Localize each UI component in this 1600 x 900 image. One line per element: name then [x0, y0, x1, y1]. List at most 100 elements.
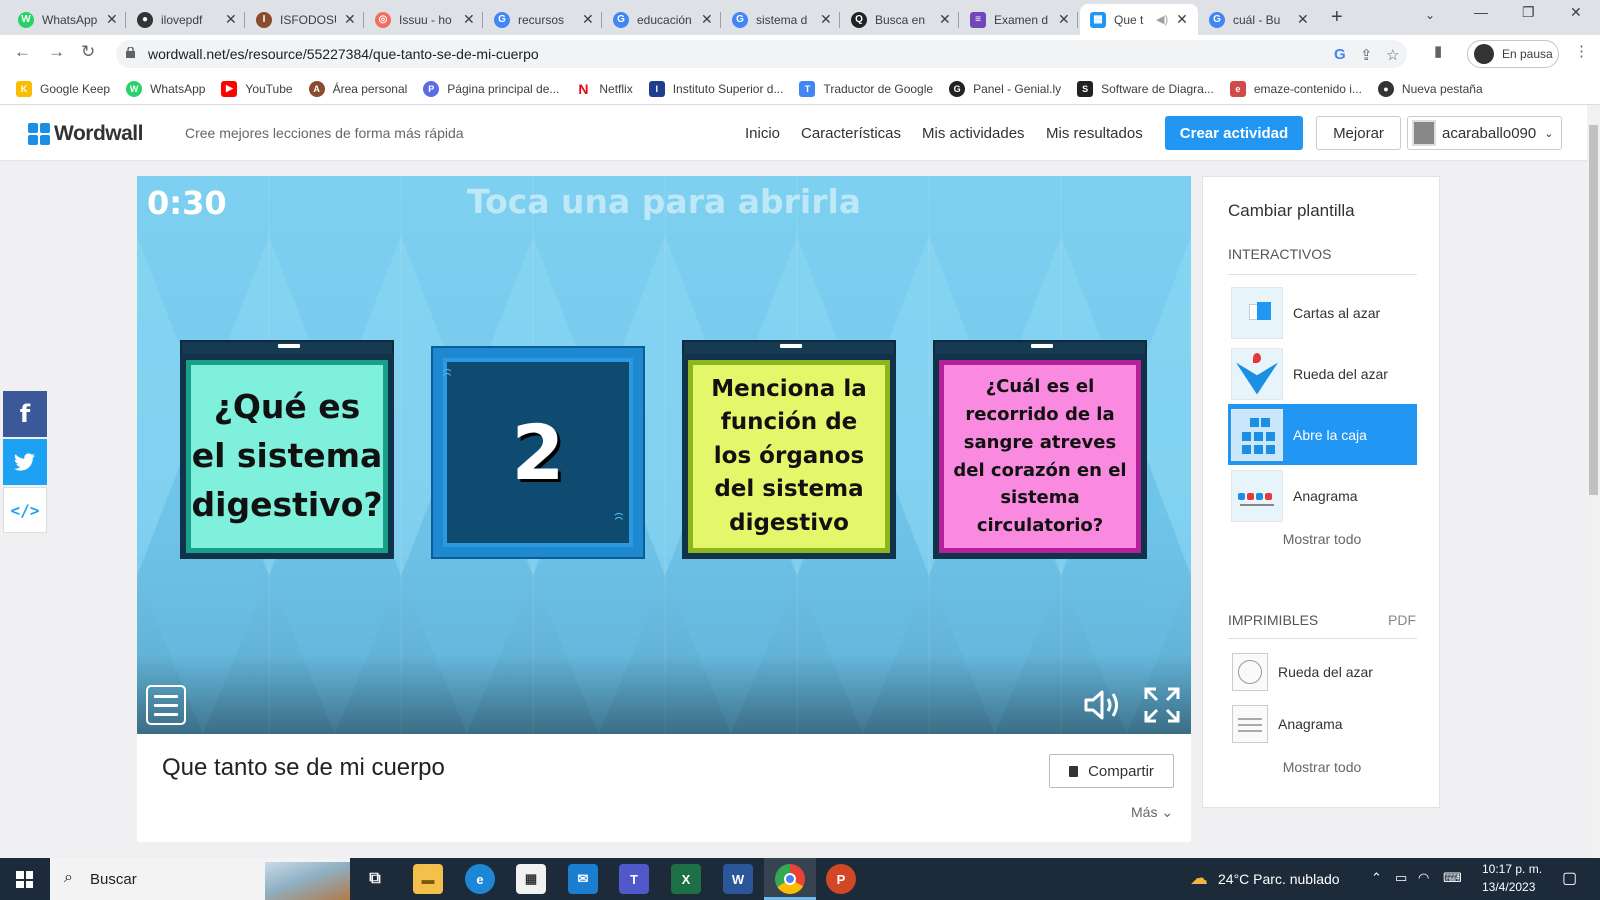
open-box[interactable]: Menciona la función de los órganos del s… [682, 340, 896, 559]
bookmark-item[interactable]: ▶ YouTube [221, 80, 293, 97]
new-tab-icon[interactable]: + [1331, 6, 1343, 29]
bookmark-item[interactable]: K Google Keep [16, 80, 110, 97]
weather-text[interactable]: 24°C Parc. nublado [1218, 871, 1340, 887]
template-abre-la-caja-selected[interactable]: Abre la caja [1228, 404, 1417, 465]
bookmark-item[interactable]: G Panel - Genial.ly [949, 80, 1061, 97]
show-all-printable-link[interactable]: Mostrar todo [1203, 759, 1441, 775]
bookmark-item[interactable]: T Traductor de Google [799, 80, 933, 97]
edge-icon[interactable]: e [465, 864, 495, 894]
window-close-icon[interactable]: ✕ [1570, 4, 1582, 21]
keyboard-icon[interactable]: ⌨ [1443, 870, 1462, 886]
teams-icon[interactable]: T [619, 864, 649, 894]
task-view-icon[interactable]: ⧉ [360, 864, 390, 894]
clock-date[interactable]: 13/4/2023 [1482, 880, 1535, 894]
browser-tab[interactable]: ≡ Examen d ✕ [960, 4, 1078, 35]
bookmark-item[interactable]: ● Nueva pestaña [1377, 80, 1483, 97]
share-page-icon[interactable]: ⇪ [1360, 46, 1373, 64]
browser-tab[interactable]: W WhatsApp ✕ [8, 4, 126, 35]
upgrade-button[interactable]: Mejorar [1316, 116, 1401, 150]
fullscreen-icon[interactable] [1143, 686, 1181, 724]
bookmark-star-icon[interactable]: ☆ [1386, 46, 1399, 64]
nav-caracteristicas[interactable]: Características [801, 125, 901, 142]
close-tab-icon[interactable]: ✕ [463, 11, 475, 28]
nav-mis-actividades[interactable]: Mis actividades [922, 125, 1025, 142]
close-tab-icon[interactable]: ✕ [106, 11, 118, 28]
user-menu-button[interactable]: acaraballo090 ⌄ [1407, 116, 1562, 150]
embed-code-icon[interactable]: </> [3, 487, 47, 533]
bookmark-item[interactable]: W WhatsApp [126, 80, 205, 97]
closed-box[interactable]: 2 ꩰ ꩰ [431, 346, 645, 559]
close-tab-icon[interactable]: ✕ [1297, 11, 1309, 28]
clock-time[interactable]: 10:17 p. m. [1482, 862, 1542, 876]
nav-inicio[interactable]: Inicio [745, 125, 780, 142]
printable-anagrama[interactable]: Anagrama [1232, 705, 1343, 743]
printable-rueda-del-azar[interactable]: Rueda del azar [1232, 653, 1373, 691]
bookmark-item[interactable]: N Netflix [575, 80, 633, 97]
close-tab-icon[interactable]: ✕ [820, 11, 832, 28]
close-tab-icon[interactable]: ✕ [701, 11, 713, 28]
more-toggle[interactable]: Más ⌄ [1131, 804, 1173, 821]
close-tab-icon[interactable]: ✕ [344, 11, 356, 28]
back-icon[interactable]: ← [14, 42, 31, 62]
browser-tab[interactable]: Q Busca en ✕ [841, 4, 959, 35]
bookmark-item[interactable]: e emaze-contenido i... [1229, 80, 1362, 97]
address-bar[interactable]: wordwall.net/es/resource/55227384/que-ta… [116, 40, 1407, 68]
browser-tab[interactable]: ◎ Issuu - ho ✕ [365, 4, 483, 35]
device-icon[interactable]: ▭ [1395, 870, 1407, 886]
browser-tab[interactable]: IISFODOSU✕ [246, 4, 364, 35]
browser-tab[interactable]: Geducación ✕ [603, 4, 721, 35]
excel-icon[interactable]: X [671, 864, 701, 894]
side-panel-icon[interactable]: ▮ [1434, 42, 1442, 60]
nav-mis-resultados[interactable]: Mis resultados [1046, 125, 1143, 142]
template-anagrama[interactable]: Anagrama [1228, 465, 1417, 526]
template-cartas-al-azar[interactable]: Cartas al azar [1228, 282, 1417, 343]
volume-icon[interactable] [1083, 688, 1123, 722]
minimize-icon[interactable]: — [1474, 4, 1488, 20]
page-scrollbar[interactable] [1587, 105, 1600, 858]
open-box[interactable]: ¿Qué es el sistema digestivo? [180, 340, 394, 559]
browser-tab[interactable]: Grecursos ✕ [484, 4, 602, 35]
open-box[interactable]: ¿Cuál es el recorrido de la sangre atrev… [933, 340, 1147, 559]
scrollbar-thumb[interactable] [1589, 125, 1598, 495]
store-icon[interactable]: ▦ [516, 864, 546, 894]
bookmark-item[interactable]: I Instituto Superior d... [648, 80, 783, 97]
bookmark-item[interactable]: S Software de Diagra... [1077, 80, 1214, 97]
close-tab-icon[interactable]: ✕ [939, 11, 951, 28]
create-activity-button[interactable]: Crear actividad [1165, 116, 1303, 150]
forward-icon[interactable]: → [48, 42, 65, 62]
bookmark-item[interactable]: A Área personal [308, 80, 407, 97]
show-all-interactive-link[interactable]: Mostrar todo [1203, 531, 1441, 547]
tab-search-icon[interactable]: ⌄ [1425, 8, 1435, 22]
profile-button[interactable]: En pausa [1467, 40, 1559, 68]
powerpoint-icon[interactable]: P [826, 864, 856, 894]
facebook-icon[interactable]: f [3, 391, 47, 437]
browser-tab-active[interactable]: ▦ Que t ◀) ✕ [1080, 4, 1198, 35]
game-menu-icon[interactable] [146, 685, 186, 725]
browser-tab[interactable]: Gsistema d ✕ [722, 4, 840, 35]
close-tab-icon[interactable]: ✕ [225, 11, 237, 28]
template-rueda-del-azar[interactable]: Rueda del azar [1228, 343, 1417, 404]
close-tab-icon[interactable]: ✕ [582, 11, 594, 28]
chevron-up-icon[interactable]: ⌃ [1371, 870, 1382, 886]
browser-tab[interactable]: Gcuál - Bu ✕ [1199, 4, 1317, 35]
reload-icon[interactable]: ↻ [81, 42, 95, 62]
game-canvas[interactable]: 0:30 Toca una para abrirla ¿Qué es el si… [137, 176, 1191, 734]
mail-icon[interactable]: ✉ [568, 864, 598, 894]
close-tab-icon[interactable]: ✕ [1058, 11, 1070, 28]
close-tab-icon[interactable]: ✕ [1176, 11, 1188, 28]
notifications-icon[interactable]: ▢ [1562, 868, 1577, 888]
more-menu-icon[interactable]: ⋮ [1574, 42, 1589, 60]
share-button[interactable]: Compartir [1049, 754, 1174, 788]
word-icon[interactable]: W [723, 864, 753, 894]
twitter-icon[interactable] [3, 439, 47, 485]
taskbar-search[interactable]: ⌕ Buscar [50, 858, 350, 900]
windows-start-icon[interactable] [16, 871, 33, 888]
bookmark-item[interactable]: P Página principal de... [423, 80, 559, 97]
wordwall-logo[interactable]: Wordwall [28, 122, 143, 146]
maximize-icon[interactable]: ❐ [1522, 4, 1535, 21]
chrome-icon[interactable] [775, 864, 805, 894]
wifi-icon[interactable]: ◠ [1418, 870, 1429, 886]
file-explorer-icon[interactable]: ▬ [413, 864, 443, 894]
google-lens-icon[interactable]: G [1334, 46, 1346, 63]
browser-tab[interactable]: ● ilovepdf ✕ [127, 4, 245, 35]
